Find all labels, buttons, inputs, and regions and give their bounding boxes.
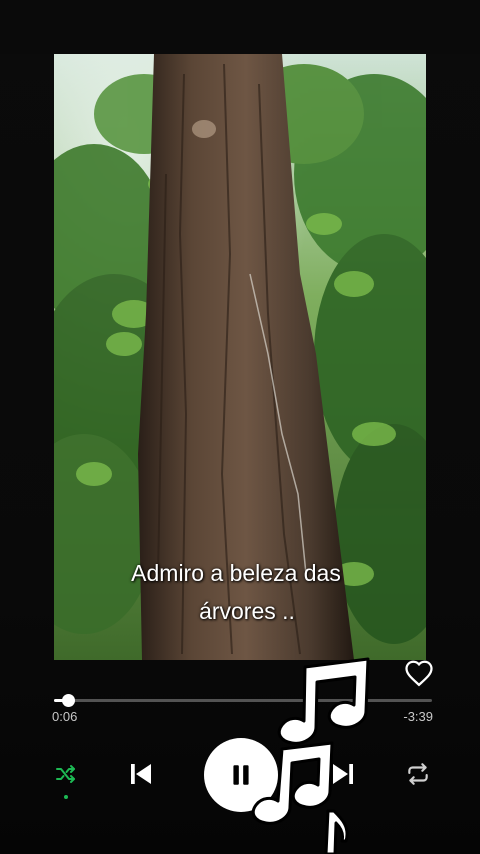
caption-line-1: Admiro a beleza das	[131, 560, 341, 586]
top-bar	[0, 0, 480, 54]
shuffle-active-indicator	[64, 795, 68, 799]
caption-line-2: árvores ..	[199, 598, 295, 624]
heart-outline-icon	[405, 660, 433, 687]
repeat-button[interactable]	[402, 758, 434, 790]
playback-progress-bar[interactable]	[54, 694, 432, 707]
shuffle-button[interactable]	[50, 758, 82, 790]
shuffle-icon	[56, 765, 75, 783]
progress-scrubber-handle[interactable]	[61, 694, 75, 707]
next-track-button[interactable]	[326, 756, 360, 792]
skip-previous-icon	[131, 764, 151, 784]
like-button[interactable]	[404, 659, 434, 687]
elapsed-time: 0:06	[52, 709, 78, 724]
play-pause-button[interactable]	[204, 738, 278, 812]
remaining-time: -3:39	[403, 709, 433, 724]
pause-icon	[233, 765, 249, 785]
player-screen: Admiro a beleza das árvores .. 0:06 -3:3…	[0, 0, 480, 854]
skip-next-icon	[333, 764, 353, 784]
repeat-icon	[408, 763, 428, 785]
video-caption: Admiro a beleza das árvores ..	[54, 554, 426, 630]
previous-track-button[interactable]	[124, 756, 158, 792]
video-canvas[interactable]: Admiro a beleza das árvores ..	[54, 54, 426, 660]
